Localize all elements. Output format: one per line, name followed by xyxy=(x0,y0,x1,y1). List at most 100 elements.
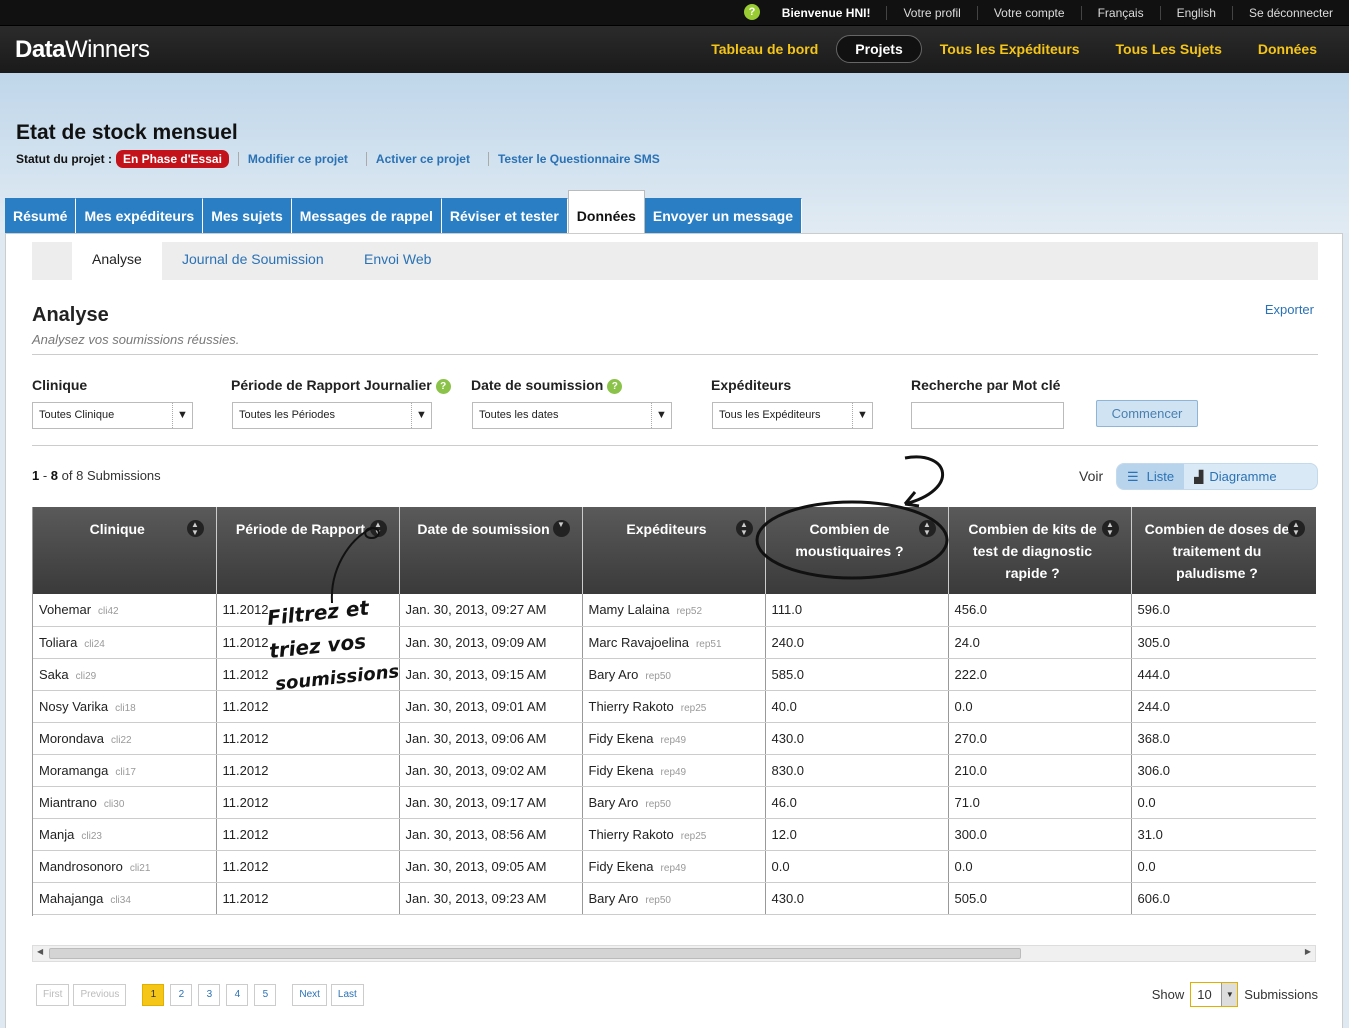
cell-nets: 46.0 xyxy=(765,786,949,819)
sort-icon[interactable]: ▲ ▼ xyxy=(1101,520,1119,537)
sort-icon[interactable]: ▲ ▼ xyxy=(369,520,387,537)
subtab-analysis[interactable]: Analyse xyxy=(72,242,162,280)
cell-doses: 31.0 xyxy=(1131,818,1316,851)
cell-clinic: Mandrosonoro cli21 xyxy=(33,850,217,883)
logout-link[interactable]: Se déconnecter xyxy=(1231,6,1349,20)
first-page-button[interactable]: First xyxy=(36,984,70,1006)
scroll-right-icon[interactable]: ▶ xyxy=(1305,947,1311,956)
col-header-senders[interactable]: Expéditeurs ▲ ▼ xyxy=(582,507,766,594)
submission-count: 1 - 8 of 8 Submissions xyxy=(32,468,161,483)
test-sms-link[interactable]: Tester le Questionnaire SMS xyxy=(487,152,669,166)
table-row[interactable]: Mandrosonoro cli21 11.2012 Jan. 30, 2013, 0… xyxy=(33,850,1316,883)
activate-project-link[interactable]: Activer ce projet xyxy=(365,152,479,166)
nav-all-senders[interactable]: Tous les Expéditeurs xyxy=(922,36,1098,62)
cell-doses: 444.0 xyxy=(1131,658,1316,691)
nav-data[interactable]: Données xyxy=(1240,36,1335,62)
tab-send-message[interactable]: Envoyer un message xyxy=(644,198,802,233)
lang-french-link[interactable]: Français xyxy=(1080,6,1160,20)
show-label: Show xyxy=(1151,987,1185,1002)
cell-kits: 210.0 xyxy=(948,754,1132,787)
cell-period: 11.2012 xyxy=(216,658,400,691)
subtab-web-submission[interactable]: Envoi Web xyxy=(364,242,431,280)
nav-all-subjects[interactable]: Tous Les Sujets xyxy=(1098,36,1240,62)
tab-summary[interactable]: Résumé xyxy=(5,198,77,233)
table-row[interactable]: Manja cli23 11.2012 Jan. 30, 2013, 08:56 AM… xyxy=(33,818,1316,851)
col-header-nets[interactable]: Combien de moustiquaires ? ▲ ▼ xyxy=(765,507,949,594)
view-chart-button[interactable]: ▟ Diagramme xyxy=(1184,464,1286,489)
cell-clinic: Manja cli23 xyxy=(33,818,217,851)
tab-reminders[interactable]: Messages de rappel xyxy=(291,198,442,233)
col-header-clinic[interactable]: Clinique ▲ ▼ xyxy=(33,507,217,594)
page-button-4[interactable]: 4 xyxy=(226,984,249,1006)
col-header-period[interactable]: Période de Rapport ▲ ▼ xyxy=(216,507,400,594)
cell-kits: 300.0 xyxy=(948,818,1132,851)
keyword-search-input[interactable] xyxy=(911,402,1064,429)
page-button-5[interactable]: 5 xyxy=(254,984,277,1006)
horizontal-scrollbar[interactable]: ◀ ▶ xyxy=(32,945,1316,962)
sort-desc-icon[interactable]: ▼ xyxy=(552,520,570,537)
sort-icon[interactable]: ▲ ▼ xyxy=(1287,520,1305,537)
cell-sender: Fidy Ekena rep49 xyxy=(582,722,766,755)
status-badge: En Phase d'Essai xyxy=(116,150,229,168)
chevron-down-icon: ▼ xyxy=(1221,983,1238,1006)
col-header-date[interactable]: Date de soumission ▼ xyxy=(399,507,583,594)
table-row[interactable]: Toliara cli24 11.2012 Jan. 30, 2013, 09:09 … xyxy=(33,626,1316,659)
page-size-control: Show 10 ▼ Submissions xyxy=(1152,982,1318,1007)
table-row[interactable]: Saka cli29 11.2012 Jan. 30, 2013, 09:15 AM B… xyxy=(33,658,1316,691)
table-row[interactable]: Mahajanga cli34 11.2012 Jan. 30, 2013, 09:2… xyxy=(33,882,1316,915)
sort-icon[interactable]: ▲ ▼ xyxy=(735,520,753,537)
previous-page-button[interactable]: Previous xyxy=(73,984,127,1006)
period-select[interactable]: Toutes les Périodes ▼ xyxy=(232,402,432,429)
top-bar: ? Bienvenue HNI! Votre profil Votre comp… xyxy=(0,0,1349,26)
last-page-button[interactable]: Last xyxy=(330,984,364,1006)
view-label: Voir xyxy=(1079,468,1104,484)
page-size-select[interactable]: 10 ▼ xyxy=(1190,982,1239,1007)
nav-projects[interactable]: Projets xyxy=(836,35,922,63)
help-icon[interactable]: ? xyxy=(435,378,451,394)
account-link[interactable]: Votre compte xyxy=(976,6,1081,20)
cell-period: 11.2012 xyxy=(216,626,400,659)
date-select[interactable]: Toutes les dates ▼ xyxy=(472,402,672,429)
tab-subjects[interactable]: Mes sujets xyxy=(203,198,292,233)
logo[interactable]: DataWinners xyxy=(15,36,150,64)
table-row[interactable]: Nosy Varika cli18 11.2012 Jan. 30, 2013, 09… xyxy=(33,690,1316,723)
nav-dashboard[interactable]: Tableau de bord xyxy=(693,36,836,62)
page-button-3[interactable]: 3 xyxy=(198,984,221,1006)
col-header-doses[interactable]: Combien de doses de traitement du paludi… xyxy=(1131,507,1316,594)
lang-english-link[interactable]: English xyxy=(1159,6,1232,20)
cell-sender: Bary Aro rep50 xyxy=(582,882,766,915)
table-row[interactable]: Vohemar cli42 11.2012 Jan. 30, 2013, 09:27 … xyxy=(33,594,1316,627)
sort-icon[interactable]: ▲ ▼ xyxy=(186,520,204,537)
help-icon: ? xyxy=(744,4,760,20)
cell-period: 11.2012 xyxy=(216,722,400,755)
help-icon[interactable]: ? xyxy=(607,378,623,394)
cell-kits: 505.0 xyxy=(948,882,1132,915)
tab-senders[interactable]: Mes expéditeurs xyxy=(76,198,204,233)
cell-sender: Mamy Lalaina rep52 xyxy=(582,594,766,627)
view-list-button[interactable]: ☰ Liste xyxy=(1117,464,1185,489)
tab-review-test[interactable]: Réviser et tester xyxy=(441,198,568,233)
clinic-select[interactable]: Toutes Clinique ▼ xyxy=(32,402,193,429)
next-page-button[interactable]: Next xyxy=(292,984,327,1006)
cell-sender: Fidy Ekena rep49 xyxy=(582,754,766,787)
cell-sender: Fidy Ekena rep49 xyxy=(582,850,766,883)
scroll-left-icon[interactable]: ◀ xyxy=(37,947,43,956)
start-button[interactable]: Commencer xyxy=(1096,400,1198,427)
scrollbar-thumb[interactable] xyxy=(49,948,1021,959)
table-row[interactable]: Miantrano cli30 11.2012 Jan. 30, 2013, 09:1… xyxy=(33,786,1316,819)
cell-date: Jan. 30, 2013, 09:05 AM xyxy=(399,850,583,883)
page-button-2[interactable]: 2 xyxy=(170,984,193,1006)
profile-link[interactable]: Votre profil xyxy=(886,6,976,20)
senders-select[interactable]: Tous les Expéditeurs ▼ xyxy=(712,402,873,429)
bar-chart-icon: ▟ xyxy=(1194,469,1204,484)
sort-icon[interactable]: ▲ ▼ xyxy=(918,520,936,537)
col-header-kits[interactable]: Combien de kits de test de diagnostic ra… xyxy=(948,507,1132,594)
cell-date: Jan. 30, 2013, 09:15 AM xyxy=(399,658,583,691)
table-row[interactable]: Morondava cli22 11.2012 Jan. 30, 2013, 09:0… xyxy=(33,722,1316,755)
page-button-1[interactable]: 1 xyxy=(142,984,165,1006)
export-link[interactable]: Exporter xyxy=(1265,302,1314,317)
tab-data[interactable]: Données xyxy=(567,190,645,234)
table-row[interactable]: Moramanga cli17 11.2012 Jan. 30, 2013, 09:0… xyxy=(33,754,1316,787)
subtab-submission-log[interactable]: Journal de Soumission xyxy=(182,242,324,280)
edit-project-link[interactable]: Modifier ce projet xyxy=(237,152,357,166)
